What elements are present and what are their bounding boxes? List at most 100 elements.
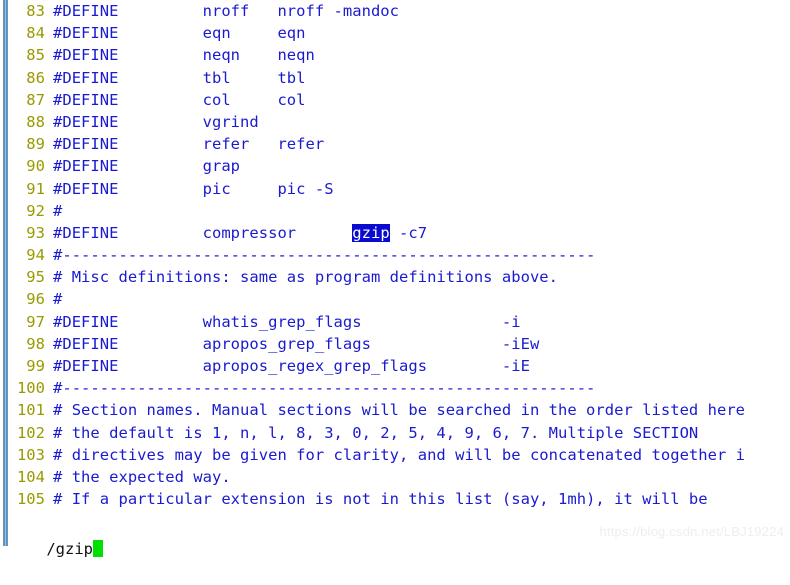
- line-text-segment: #DEFINE apropos_grep_flags -iEw: [53, 334, 540, 353]
- text-cursor: [93, 540, 103, 557]
- line-text-segment: #---------------------------------------…: [53, 379, 596, 398]
- code-line: 87 #DEFINE col col: [9, 89, 790, 111]
- line-number: 83: [26, 2, 45, 20]
- line-number: 96: [26, 290, 45, 309]
- line-content: # Misc definitions: same as program defi…: [53, 268, 558, 286]
- code-line: 102 # the default is 1, n, l, 8, 3, 0, 2,…: [9, 422, 790, 444]
- line-number: 102: [16, 423, 45, 442]
- line-text-segment: # the default is 1, n, l, 8, 3, 0, 2, 5,…: [53, 423, 699, 442]
- line-content: #DEFINE apropos_regex_grep_flags -iE: [53, 357, 530, 375]
- line-number: 94: [26, 246, 45, 265]
- line-content: #DEFINE tbl tbl: [53, 69, 306, 87]
- line-text-segment: #DEFINE tbl tbl: [53, 68, 306, 87]
- line-text-segment: -c7: [389, 223, 428, 242]
- line-content: # the default is 1, n, l, 8, 3, 0, 2, 5,…: [53, 424, 698, 442]
- code-line: 99 #DEFINE apropos_regex_grep_flags -iE: [9, 355, 790, 377]
- line-content: #DEFINE compressor gzip -c7: [53, 223, 428, 242]
- line-content: #DEFINE pic pic -S: [53, 180, 334, 198]
- line-number: 89: [26, 135, 45, 154]
- code-line: 91 #DEFINE pic pic -S: [9, 178, 790, 200]
- code-line: 86 #DEFINE tbl tbl: [9, 67, 790, 89]
- code-line: 96 #: [9, 288, 790, 310]
- line-content: #DEFINE vgrind: [53, 113, 259, 131]
- code-line: 84 #DEFINE eqn eqn: [9, 22, 790, 44]
- line-content: #DEFINE neqn neqn: [53, 46, 315, 64]
- line-content: #DEFINE nroff nroff -mandoc: [53, 2, 399, 20]
- line-number: 85: [26, 46, 45, 65]
- line-text-segment: #DEFINE col col: [53, 90, 306, 109]
- line-number: 104: [16, 467, 45, 486]
- code-line: 93 #DEFINE compressor gzip -c7: [9, 222, 790, 244]
- line-number: 98: [26, 334, 45, 353]
- line-text-segment: #: [53, 290, 63, 309]
- line-text-segment: # Section names. Manual sections will be…: [53, 401, 746, 420]
- code-line: 94 #-------------------------------------…: [9, 244, 790, 266]
- line-content: # directives may be given for clarity, a…: [53, 446, 745, 464]
- line-text-segment: #DEFINE eqn eqn: [53, 24, 306, 43]
- line-content: #DEFINE whatis_grep_flags -i: [53, 313, 521, 331]
- command-line-text: /gzip: [46, 540, 93, 558]
- line-number: 97: [26, 312, 45, 331]
- line-content: #DEFINE grap: [53, 157, 240, 175]
- line-number: 100: [16, 379, 45, 398]
- line-content: #: [53, 202, 62, 220]
- line-number: 92: [26, 201, 45, 220]
- line-number: 87: [26, 90, 45, 109]
- watermark-text: https://blog.csdn.net/LBJ19224: [599, 524, 784, 539]
- code-line: 105 # If a particular extension is not in…: [9, 488, 790, 510]
- line-number: 93: [26, 223, 45, 242]
- code-line: 95 # Misc definitions: same as program de…: [9, 266, 790, 288]
- line-number: 99: [26, 357, 45, 375]
- line-content: #---------------------------------------…: [53, 246, 595, 264]
- code-line: 89 #DEFINE refer refer: [9, 133, 790, 155]
- line-content: #DEFINE col col: [53, 91, 306, 109]
- line-number: 95: [26, 268, 45, 287]
- code-line: 90 #DEFINE grap: [9, 155, 790, 177]
- line-number: 91: [26, 179, 45, 198]
- vertical-scrollbar[interactable]: [0, 0, 9, 546]
- line-number: 103: [16, 445, 45, 464]
- scrollbar-thumb-highlight: [5, 0, 6, 546]
- line-text-segment: #DEFINE pic pic -S: [53, 179, 334, 198]
- code-line: 104 # the expected way.: [9, 466, 790, 488]
- line-content: # Section names. Manual sections will be…: [53, 401, 745, 419]
- code-line: 100 #------------------------------------…: [9, 377, 790, 399]
- line-text-segment: #---------------------------------------…: [53, 246, 596, 265]
- line-text-segment: #DEFINE refer refer: [53, 135, 325, 154]
- line-content: #---------------------------------------…: [53, 379, 595, 397]
- line-number: 90: [26, 157, 45, 176]
- search-match-highlight: gzip: [352, 223, 390, 242]
- line-text-segment: #DEFINE apropos_regex_grep_flags -iE: [53, 357, 530, 375]
- code-line: 85 #DEFINE neqn neqn: [9, 44, 790, 66]
- line-text-segment: # If a particular extension is not in th…: [53, 490, 708, 509]
- line-content: #DEFINE eqn eqn: [53, 24, 306, 42]
- line-number: 84: [26, 24, 45, 43]
- line-text-segment: #DEFINE nroff nroff -mandoc: [53, 2, 400, 20]
- text-editor-window: 83 #DEFINE nroff nroff -mandoc 84 #DEFINE e…: [0, 0, 790, 558]
- line-text-segment: #DEFINE whatis_grep_flags -i: [53, 312, 521, 331]
- line-number: 101: [16, 401, 45, 420]
- line-text-segment: #DEFINE neqn neqn: [53, 46, 315, 65]
- code-text-area[interactable]: 83 #DEFINE nroff nroff -mandoc 84 #DEFINE e…: [9, 0, 790, 513]
- line-text-segment: #DEFINE grap: [53, 157, 241, 176]
- code-line: 98 #DEFINE apropos_grep_flags -iEw: [9, 333, 790, 355]
- code-line: 101 # Section names. Manual sections will…: [9, 399, 790, 421]
- line-text-segment: #DEFINE vgrind: [53, 112, 259, 131]
- line-text-segment: # directives may be given for clarity, a…: [53, 445, 746, 464]
- line-number: 88: [26, 112, 45, 131]
- line-content: # If a particular extension is not in th…: [53, 490, 708, 508]
- line-text-segment: # Misc definitions: same as program defi…: [53, 268, 558, 287]
- line-content: # the expected way.: [53, 468, 231, 486]
- code-line: 92 #: [9, 200, 790, 222]
- line-number: 86: [26, 68, 45, 87]
- line-text-segment: # the expected way.: [53, 467, 231, 486]
- code-line: 103 # directives may be given for clarity…: [9, 444, 790, 466]
- line-text-segment: #: [53, 201, 63, 220]
- code-line: 97 #DEFINE whatis_grep_flags -i: [9, 311, 790, 333]
- line-content: #: [53, 290, 62, 308]
- line-content: #DEFINE refer refer: [53, 135, 324, 153]
- code-line: 88 #DEFINE vgrind: [9, 111, 790, 133]
- line-content: #DEFINE apropos_grep_flags -iEw: [53, 335, 539, 353]
- line-text-segment: #DEFINE compressor: [53, 223, 353, 242]
- line-number: 105: [16, 490, 45, 509]
